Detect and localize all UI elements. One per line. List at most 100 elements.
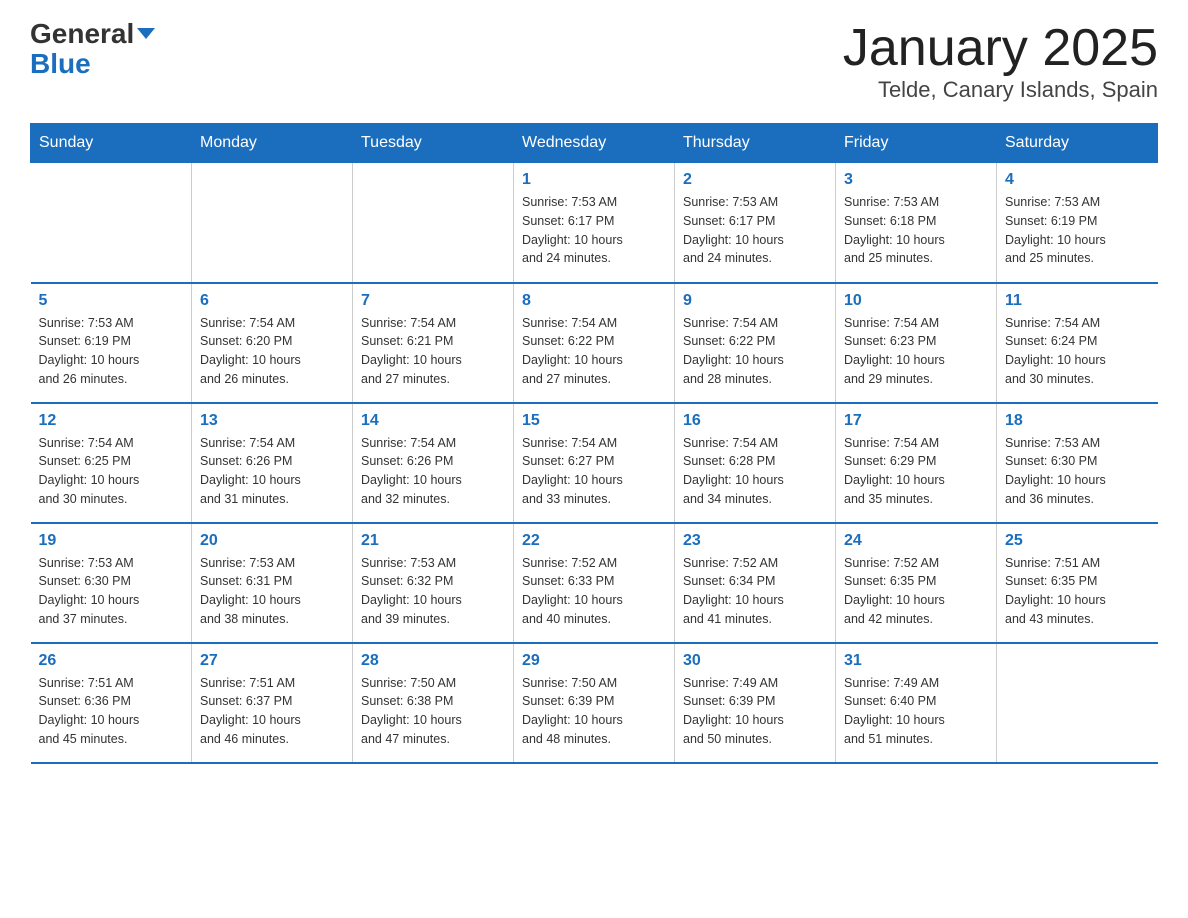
title-block: January 2025 Telde, Canary Islands, Spai…: [843, 20, 1158, 103]
calendar-cell: 22 Sunrise: 7:52 AMSunset: 6:33 PMDayligh…: [514, 523, 675, 643]
calendar-cell: 30 Sunrise: 7:49 AMSunset: 6:39 PMDayligh…: [675, 643, 836, 763]
day-info: Sunrise: 7:52 AMSunset: 6:34 PMDaylight:…: [683, 554, 827, 629]
calendar-subtitle: Telde, Canary Islands, Spain: [843, 77, 1158, 103]
header-day-saturday: Saturday: [997, 124, 1158, 163]
week-row-2: 12 Sunrise: 7:54 AMSunset: 6:25 PMDayligh…: [31, 403, 1158, 523]
day-info: Sunrise: 7:54 AMSunset: 6:26 PMDaylight:…: [200, 434, 344, 509]
day-number: 23: [683, 532, 827, 550]
week-row-1: 5 Sunrise: 7:53 AMSunset: 6:19 PMDaylight…: [31, 283, 1158, 403]
calendar-cell: 8 Sunrise: 7:54 AMSunset: 6:22 PMDaylight…: [514, 283, 675, 403]
week-row-3: 19 Sunrise: 7:53 AMSunset: 6:30 PMDayligh…: [31, 523, 1158, 643]
calendar-cell: 13 Sunrise: 7:54 AMSunset: 6:26 PMDayligh…: [192, 403, 353, 523]
day-info: Sunrise: 7:54 AMSunset: 6:22 PMDaylight:…: [522, 314, 666, 389]
day-info: Sunrise: 7:53 AMSunset: 6:17 PMDaylight:…: [683, 193, 827, 268]
day-number: 12: [39, 412, 184, 430]
day-number: 25: [1005, 532, 1150, 550]
calendar-cell: 17Sunrise: 7:54 AMSunset: 6:29 PMDayligh…: [836, 403, 997, 523]
calendar-cell: 25Sunrise: 7:51 AMSunset: 6:35 PMDayligh…: [997, 523, 1158, 643]
day-info: Sunrise: 7:54 AMSunset: 6:21 PMDaylight:…: [361, 314, 505, 389]
day-number: 22: [522, 532, 666, 550]
calendar-cell: 1Sunrise: 7:53 AMSunset: 6:17 PMDaylight…: [514, 163, 675, 283]
day-number: 21: [361, 532, 505, 550]
day-info: Sunrise: 7:52 AMSunset: 6:33 PMDaylight:…: [522, 554, 666, 629]
calendar-cell: 18 Sunrise: 7:53 AMSunset: 6:30 PMDayligh…: [997, 403, 1158, 523]
calendar-cell: [997, 643, 1158, 763]
day-number: 30: [683, 652, 827, 670]
day-number: 5: [39, 292, 184, 310]
day-info: Sunrise: 7:53 AMSunset: 6:31 PMDaylight:…: [200, 554, 344, 629]
day-number: 11: [1005, 292, 1150, 310]
day-number: 24: [844, 532, 988, 550]
calendar-cell: 24 Sunrise: 7:52 AMSunset: 6:35 PMDayligh…: [836, 523, 997, 643]
day-number: 10: [844, 292, 988, 310]
logo-arrow-icon: [137, 28, 155, 39]
calendar-cell: 26 Sunrise: 7:51 AMSunset: 6:36 PMDayligh…: [31, 643, 192, 763]
day-number: 20: [200, 532, 344, 550]
day-info: Sunrise: 7:51 AMSunset: 6:37 PMDaylight:…: [200, 674, 344, 749]
day-info: Sunrise: 7:52 AMSunset: 6:35 PMDaylight:…: [844, 554, 988, 629]
page-header: General Blue January 2025 Telde, Canary …: [30, 20, 1158, 103]
day-number: 18: [1005, 412, 1150, 430]
calendar-cell: 10 Sunrise: 7:54 AMSunset: 6:23 PMDayligh…: [836, 283, 997, 403]
day-info: Sunrise: 7:54 AMSunset: 6:22 PMDaylight:…: [683, 314, 827, 389]
day-number: 27: [200, 652, 344, 670]
calendar-cell: [31, 163, 192, 283]
day-info: Sunrise: 7:54 AMSunset: 6:24 PMDaylight:…: [1005, 314, 1150, 389]
calendar-cell: [192, 163, 353, 283]
day-number: 2: [683, 171, 827, 189]
header-day-tuesday: Tuesday: [353, 124, 514, 163]
day-number: 29: [522, 652, 666, 670]
calendar-cell: 16 Sunrise: 7:54 AMSunset: 6:28 PMDayligh…: [675, 403, 836, 523]
day-number: 28: [361, 652, 505, 670]
day-number: 19: [39, 532, 184, 550]
calendar-cell: 5 Sunrise: 7:53 AMSunset: 6:19 PMDaylight…: [31, 283, 192, 403]
day-info: Sunrise: 7:53 AMSunset: 6:18 PMDaylight:…: [844, 193, 988, 268]
day-number: 7: [361, 292, 505, 310]
day-info: Sunrise: 7:54 AMSunset: 6:25 PMDaylight:…: [39, 434, 184, 509]
calendar-title: January 2025: [843, 20, 1158, 77]
calendar-cell: 4 Sunrise: 7:53 AMSunset: 6:19 PMDaylight…: [997, 163, 1158, 283]
calendar-cell: 21 Sunrise: 7:53 AMSunset: 6:32 PMDayligh…: [353, 523, 514, 643]
day-info: Sunrise: 7:53 AMSunset: 6:32 PMDaylight:…: [361, 554, 505, 629]
day-info: Sunrise: 7:53 AMSunset: 6:30 PMDaylight:…: [1005, 434, 1150, 509]
calendar-cell: 20 Sunrise: 7:53 AMSunset: 6:31 PMDayligh…: [192, 523, 353, 643]
day-number: 8: [522, 292, 666, 310]
day-number: 4: [1005, 171, 1150, 189]
header-day-monday: Monday: [192, 124, 353, 163]
day-info: Sunrise: 7:54 AMSunset: 6:23 PMDaylight:…: [844, 314, 988, 389]
logo-blue: Blue: [30, 48, 91, 79]
calendar-cell: 11 Sunrise: 7:54 AMSunset: 6:24 PMDayligh…: [997, 283, 1158, 403]
day-info: Sunrise: 7:54 AMSunset: 6:28 PMDaylight:…: [683, 434, 827, 509]
calendar-table: SundayMondayTuesdayWednesdayThursdayFrid…: [30, 123, 1158, 764]
calendar-cell: 15 Sunrise: 7:54 AMSunset: 6:27 PMDayligh…: [514, 403, 675, 523]
day-info: Sunrise: 7:53 AMSunset: 6:19 PMDaylight:…: [39, 314, 184, 389]
day-number: 31: [844, 652, 988, 670]
day-info: Sunrise: 7:50 AMSunset: 6:38 PMDaylight:…: [361, 674, 505, 749]
day-number: 16: [683, 412, 827, 430]
day-number: 13: [200, 412, 344, 430]
day-number: 14: [361, 412, 505, 430]
day-number: 26: [39, 652, 184, 670]
day-info: Sunrise: 7:53 AMSunset: 6:30 PMDaylight:…: [39, 554, 184, 629]
day-info: Sunrise: 7:49 AMSunset: 6:39 PMDaylight:…: [683, 674, 827, 749]
day-info: Sunrise: 7:53 AMSunset: 6:19 PMDaylight:…: [1005, 193, 1150, 268]
calendar-cell: 27 Sunrise: 7:51 AMSunset: 6:37 PMDayligh…: [192, 643, 353, 763]
week-row-0: 1Sunrise: 7:53 AMSunset: 6:17 PMDaylight…: [31, 163, 1158, 283]
logo: General Blue: [30, 20, 155, 80]
day-info: Sunrise: 7:54 AMSunset: 6:29 PMDaylight:…: [844, 434, 988, 509]
header-day-sunday: Sunday: [31, 124, 192, 163]
day-info: Sunrise: 7:49 AMSunset: 6:40 PMDaylight:…: [844, 674, 988, 749]
calendar-cell: 3Sunrise: 7:53 AMSunset: 6:18 PMDaylight…: [836, 163, 997, 283]
calendar-cell: 23 Sunrise: 7:52 AMSunset: 6:34 PMDayligh…: [675, 523, 836, 643]
calendar-cell: 12 Sunrise: 7:54 AMSunset: 6:25 PMDayligh…: [31, 403, 192, 523]
day-info: Sunrise: 7:54 AMSunset: 6:27 PMDaylight:…: [522, 434, 666, 509]
calendar-header-row: SundayMondayTuesdayWednesdayThursdayFrid…: [31, 124, 1158, 163]
calendar-cell: 7 Sunrise: 7:54 AMSunset: 6:21 PMDaylight…: [353, 283, 514, 403]
day-info: Sunrise: 7:53 AMSunset: 6:17 PMDaylight:…: [522, 193, 666, 268]
day-info: Sunrise: 7:51 AMSunset: 6:36 PMDaylight:…: [39, 674, 184, 749]
day-number: 15: [522, 412, 666, 430]
calendar-cell: 28 Sunrise: 7:50 AMSunset: 6:38 PMDayligh…: [353, 643, 514, 763]
week-row-4: 26 Sunrise: 7:51 AMSunset: 6:36 PMDayligh…: [31, 643, 1158, 763]
calendar-cell: 29Sunrise: 7:50 AMSunset: 6:39 PMDayligh…: [514, 643, 675, 763]
logo-general: General: [30, 20, 134, 48]
